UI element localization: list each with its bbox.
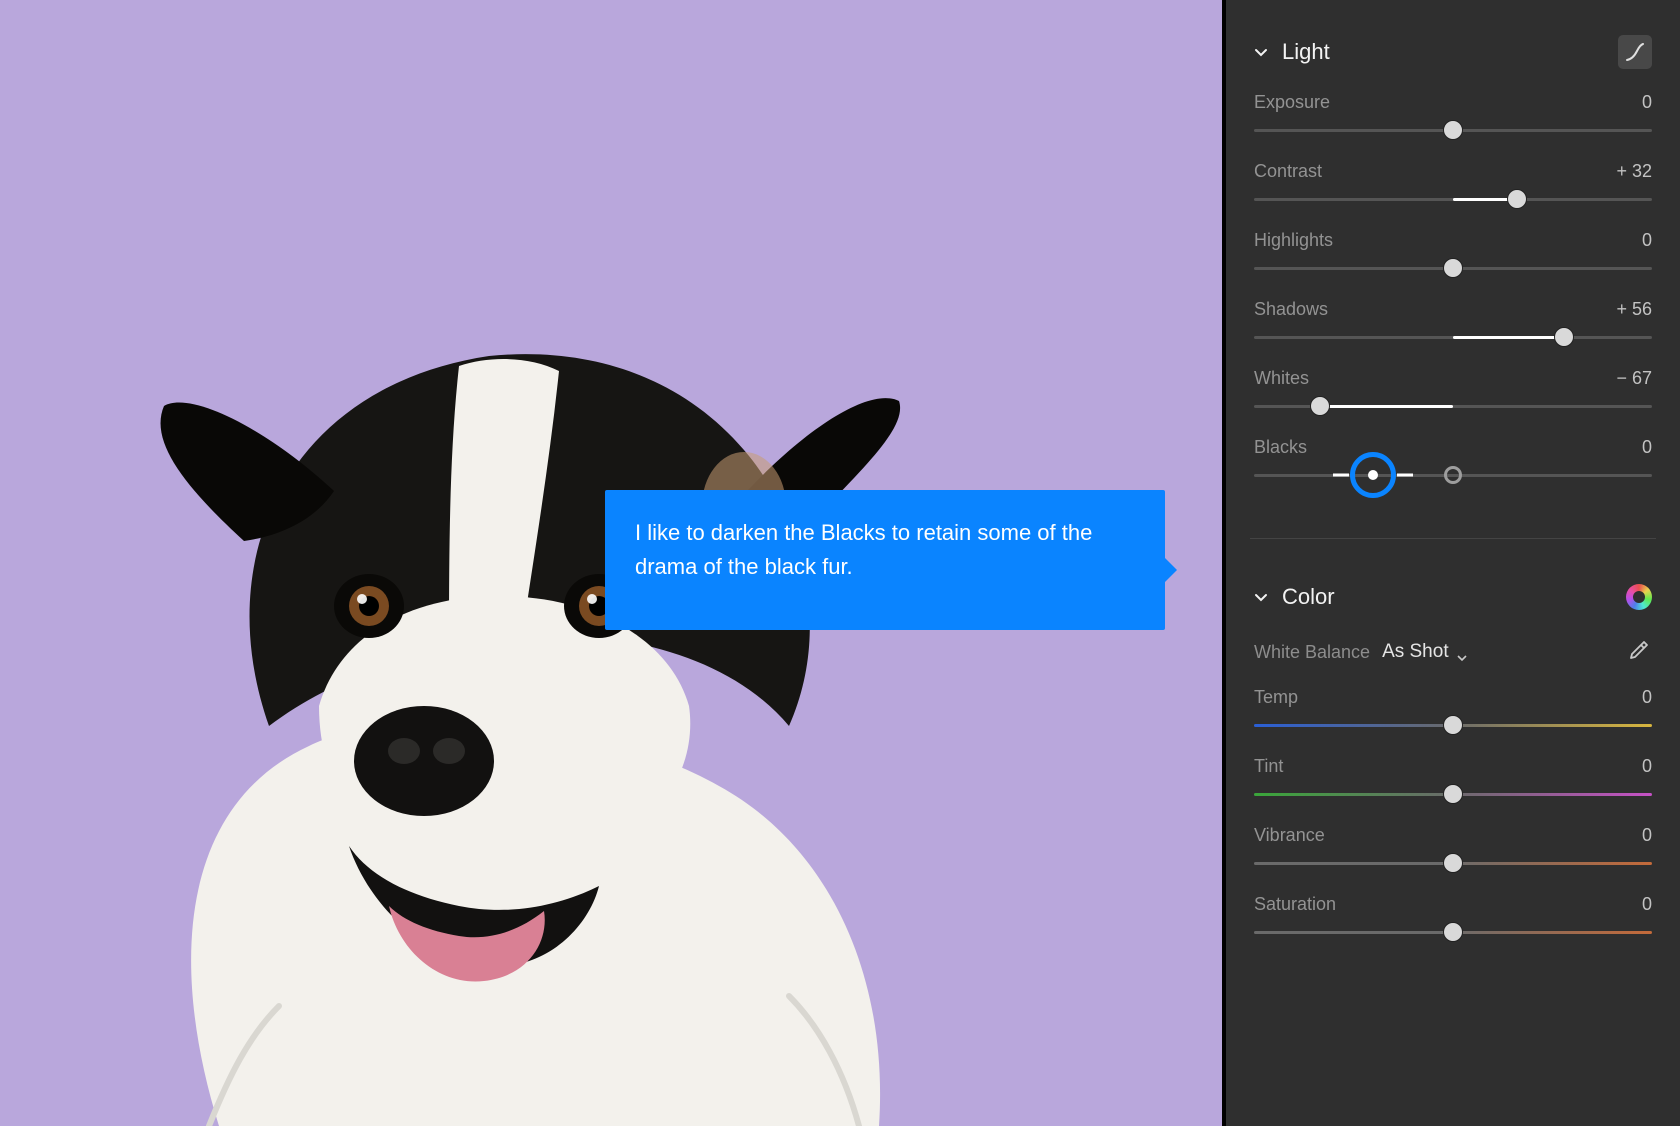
slider-highlights: Highlights 0	[1254, 230, 1652, 277]
slider-track[interactable]	[1254, 190, 1652, 208]
slider-value[interactable]: − 67	[1616, 368, 1652, 389]
slider-track[interactable]	[1254, 785, 1652, 803]
slider-vibrance: Vibrance 0	[1254, 825, 1652, 872]
slider-temp: Temp 0	[1254, 687, 1652, 734]
slider-label: Saturation	[1254, 894, 1336, 915]
slider-exposure: Exposure 0	[1254, 92, 1652, 139]
edit-panel: Light Exposure 0 Contrast + 32	[1222, 0, 1680, 1126]
slider-track[interactable]	[1254, 121, 1652, 139]
slider-value[interactable]: 0	[1642, 687, 1652, 708]
light-title: Light	[1282, 39, 1330, 65]
light-section: Light Exposure 0 Contrast + 32	[1254, 30, 1652, 506]
white-balance-label: White Balance	[1254, 642, 1370, 663]
slider-knob[interactable]	[1507, 189, 1527, 209]
slider-tint: Tint 0	[1254, 756, 1652, 803]
slider-track[interactable]	[1254, 716, 1652, 734]
slider-label: Temp	[1254, 687, 1298, 708]
slider-value[interactable]: 0	[1642, 756, 1652, 777]
slider-knob[interactable]	[1310, 396, 1330, 416]
white-balance-value: As Shot	[1382, 641, 1449, 663]
slider-track[interactable]	[1254, 466, 1652, 484]
coach-tooltip-text: I like to darken the Blacks to retain so…	[635, 520, 1092, 579]
slider-label: Shadows	[1254, 299, 1328, 320]
slider-label: Contrast	[1254, 161, 1322, 182]
white-balance-dropdown[interactable]: As Shot	[1382, 641, 1467, 663]
image-canvas: I like to darken the Blacks to retain so…	[0, 0, 1222, 1126]
slider-value[interactable]: 0	[1642, 825, 1652, 846]
slider-knob[interactable]	[1443, 784, 1463, 804]
slider-knob[interactable]	[1443, 258, 1463, 278]
color-section: Color White Balance As Shot	[1254, 575, 1652, 963]
slider-value[interactable]: 0	[1642, 894, 1652, 915]
tone-curve-button[interactable]	[1618, 35, 1652, 69]
chevron-down-icon	[1457, 647, 1467, 657]
coach-tooltip: I like to darken the Blacks to retain so…	[605, 490, 1165, 630]
slider-knob[interactable]	[1443, 715, 1463, 735]
color-mixer-button[interactable]	[1626, 584, 1652, 610]
chevron-down-icon	[1254, 590, 1268, 604]
slider-label: Blacks	[1254, 437, 1307, 458]
eyedropper-button[interactable]	[1622, 637, 1652, 667]
section-divider	[1250, 538, 1656, 539]
slider-label: Whites	[1254, 368, 1309, 389]
slider-value[interactable]: 0	[1642, 437, 1652, 458]
slider-shadows: Shadows + 56	[1254, 299, 1652, 346]
slider-track[interactable]	[1254, 259, 1652, 277]
slider-knob[interactable]	[1443, 922, 1463, 942]
slider-track[interactable]	[1254, 397, 1652, 415]
slider-value[interactable]: + 56	[1616, 299, 1652, 320]
curve-icon	[1624, 41, 1646, 63]
slider-label: Tint	[1254, 756, 1283, 777]
slider-label: Exposure	[1254, 92, 1330, 113]
eyedropper-icon	[1624, 639, 1650, 665]
slider-knob[interactable]	[1444, 466, 1462, 484]
photo-preview	[89, 206, 989, 1126]
slider-value[interactable]: 0	[1642, 92, 1652, 113]
color-section-toggle[interactable]: Color	[1254, 584, 1335, 610]
slider-blacks: Blacks 0	[1254, 437, 1652, 484]
slider-saturation: Saturation 0	[1254, 894, 1652, 941]
slider-value[interactable]: + 32	[1616, 161, 1652, 182]
slider-track[interactable]	[1254, 923, 1652, 941]
slider-contrast: Contrast + 32	[1254, 161, 1652, 208]
slider-track[interactable]	[1254, 328, 1652, 346]
slider-knob[interactable]	[1443, 120, 1463, 140]
slider-track[interactable]	[1254, 854, 1652, 872]
chevron-down-icon	[1254, 45, 1268, 59]
slider-whites: Whites − 67	[1254, 368, 1652, 415]
color-title: Color	[1282, 584, 1335, 610]
light-section-toggle[interactable]: Light	[1254, 39, 1330, 65]
slider-label: Vibrance	[1254, 825, 1325, 846]
slider-label: Highlights	[1254, 230, 1333, 251]
slider-knob[interactable]	[1554, 327, 1574, 347]
slider-knob[interactable]	[1443, 853, 1463, 873]
slider-value[interactable]: 0	[1642, 230, 1652, 251]
